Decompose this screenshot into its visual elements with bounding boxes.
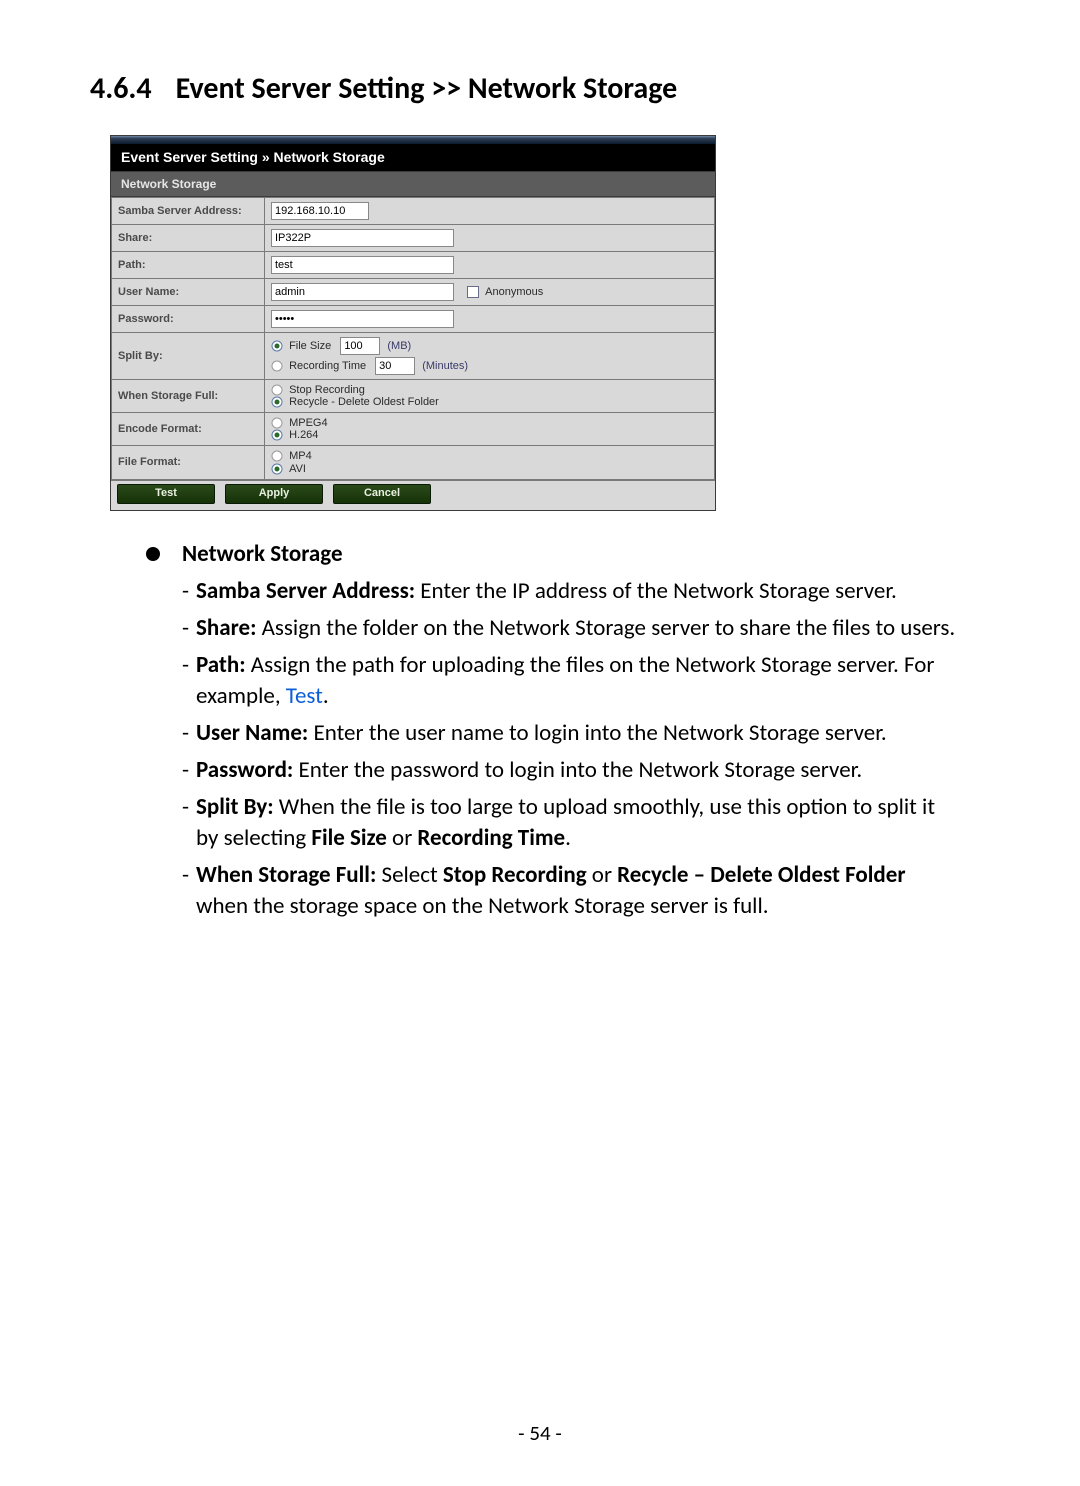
apply-button[interactable]: Apply — [225, 484, 323, 504]
row-encode-format: Encode Format: MPEG4 H.264 — [112, 413, 715, 446]
label-path: Path: — [112, 252, 265, 279]
share-input[interactable] — [271, 229, 454, 247]
row-split-by: Split By: File Size (MB) Re — [112, 333, 715, 380]
encode-mpeg4-radio[interactable] — [271, 417, 283, 429]
window-titlebar — [111, 136, 715, 144]
label-username: User Name: — [112, 279, 265, 306]
password-input[interactable] — [271, 310, 454, 328]
split-recording-time-unit: (Minutes) — [422, 360, 468, 372]
cancel-button[interactable]: Cancel — [333, 484, 431, 504]
label-encode: Encode Format: — [112, 413, 265, 446]
doc-list: Network Storage -Samba Server Address: E… — [146, 539, 990, 923]
anonymous-checkbox[interactable] — [467, 286, 479, 298]
label-file-format: File Format: — [112, 446, 265, 479]
dash-icon: - — [182, 792, 196, 854]
label-storage-full: When Storage Full: — [112, 380, 265, 413]
doc-link[interactable]: Test — [286, 682, 323, 710]
filefmt-mp4-label: MP4 — [289, 450, 312, 462]
dash-icon: - — [182, 576, 196, 607]
split-recording-time-radio[interactable] — [271, 360, 283, 372]
bullet-icon — [146, 547, 160, 561]
doc-item-body: Split By: When the file is too large to … — [196, 792, 962, 854]
doc-bold: Recording Time — [417, 824, 565, 852]
row-share: Share: — [112, 225, 715, 252]
button-bar: Test Apply Cancel — [111, 480, 715, 510]
split-recording-time-input[interactable] — [375, 357, 415, 375]
split-recording-time-label: Recording Time — [289, 360, 366, 372]
label-share: Share: — [112, 225, 265, 252]
doc-item-body: Password: Enter the password to login in… — [196, 755, 962, 786]
doc-item-body: Samba Server Address: Enter the IP addre… — [196, 576, 962, 607]
label-split: Split By: — [112, 333, 265, 380]
section-title: Event Server Setting >> Network Storage — [176, 70, 678, 107]
section-header: Network Storage — [111, 171, 715, 197]
doc-item-label: User Name: — [196, 719, 308, 747]
split-file-size-radio[interactable] — [271, 340, 283, 352]
doc-item-body: User Name: Enter the user name to login … — [196, 718, 962, 749]
doc-item: -When Storage Full: Select Stop Recordin… — [182, 860, 962, 922]
split-file-size-label: File Size — [289, 340, 331, 352]
filefmt-avi-label: AVI — [289, 463, 306, 475]
row-password: Password: — [112, 306, 715, 333]
filefmt-mp4-radio[interactable] — [271, 450, 283, 462]
recycle-radio[interactable] — [271, 396, 283, 408]
dash-icon: - — [182, 613, 196, 644]
doc-item-label: When Storage Full: — [196, 861, 376, 889]
doc-item: -Password: Enter the password to login i… — [182, 755, 962, 786]
bullet-label: Network Storage — [182, 539, 343, 570]
dash-icon: - — [182, 860, 196, 922]
dash-icon: - — [182, 650, 196, 712]
path-input[interactable] — [271, 256, 454, 274]
section-number: 4.6.4 — [90, 70, 152, 107]
username-input[interactable] — [271, 283, 454, 301]
doc-item-label: Split By: — [196, 793, 274, 821]
doc-item: -User Name: Enter the user name to login… — [182, 718, 962, 749]
doc-item-body: When Storage Full: Select Stop Recording… — [196, 860, 962, 922]
encode-h264-label: H.264 — [289, 429, 318, 441]
page-number: - 54 - — [0, 1420, 1080, 1446]
bullet-network-storage: Network Storage — [146, 539, 990, 570]
doc-item-label: Password: — [196, 756, 293, 784]
doc-item: -Share: Assign the folder on the Network… — [182, 613, 962, 644]
doc-item-body: Share: Assign the folder on the Network … — [196, 613, 962, 644]
label-samba: Samba Server Address: — [112, 198, 265, 225]
doc-item: -Split By: When the file is too large to… — [182, 792, 962, 854]
row-file-format: File Format: MP4 AVI — [112, 446, 715, 479]
stop-recording-radio[interactable] — [271, 384, 283, 396]
encode-h264-radio[interactable] — [271, 429, 283, 441]
window-title: Event Server Setting » Network Storage — [111, 144, 715, 171]
doc-item: -Samba Server Address: Enter the IP addr… — [182, 576, 962, 607]
label-password: Password: — [112, 306, 265, 333]
recycle-label: Recycle - Delete Oldest Folder — [289, 396, 439, 408]
stop-recording-label: Stop Recording — [289, 384, 365, 396]
doc-bold: Stop Recording — [443, 861, 587, 889]
doc-item-label: Share: — [196, 614, 256, 642]
settings-window: Event Server Setting » Network Storage N… — [110, 135, 716, 511]
dash-icon: - — [182, 755, 196, 786]
doc-bold: File Size — [311, 824, 386, 852]
settings-table: Samba Server Address: Share: Path: User … — [111, 197, 715, 480]
doc-bold: Recycle – Delete Oldest Folder — [617, 861, 905, 889]
filefmt-avi-radio[interactable] — [271, 463, 283, 475]
section-heading: 4.6.4 Event Server Setting >> Network Sto… — [90, 70, 990, 107]
doc-item: -Path: Assign the path for uploading the… — [182, 650, 962, 712]
row-username: User Name: Anonymous — [112, 279, 715, 306]
row-storage-full: When Storage Full: Stop Recording Recycl… — [112, 380, 715, 413]
samba-address-input[interactable] — [271, 202, 369, 220]
doc-item-label: Samba Server Address: — [196, 577, 415, 605]
encode-mpeg4-label: MPEG4 — [289, 417, 328, 429]
anonymous-label: Anonymous — [485, 286, 543, 298]
row-path: Path: — [112, 252, 715, 279]
row-samba: Samba Server Address: — [112, 198, 715, 225]
dash-icon: - — [182, 718, 196, 749]
doc-item-label: Path: — [196, 651, 246, 679]
split-file-size-input[interactable] — [340, 337, 380, 355]
doc-item-body: Path: Assign the path for uploading the … — [196, 650, 962, 712]
test-button[interactable]: Test — [117, 484, 215, 504]
split-file-size-unit: (MB) — [387, 340, 411, 352]
